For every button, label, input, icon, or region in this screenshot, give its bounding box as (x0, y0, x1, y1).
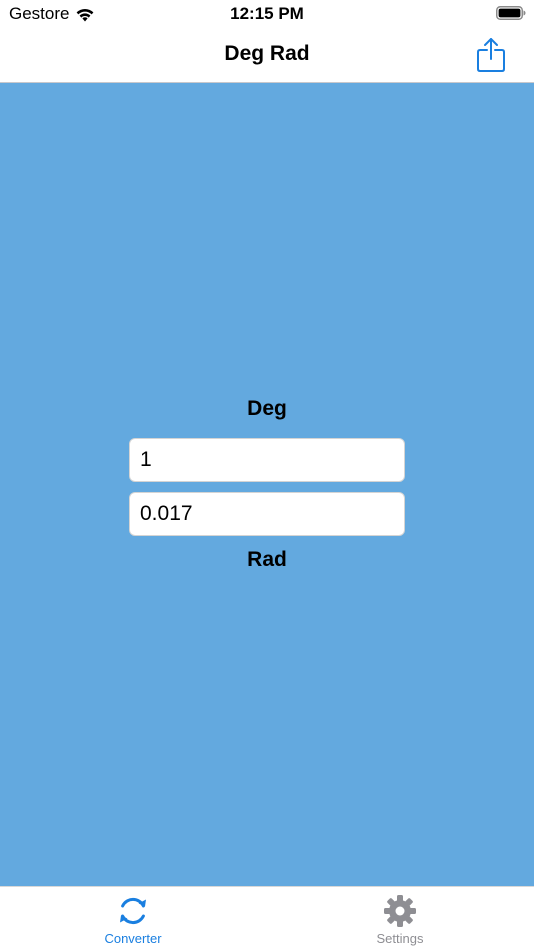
tab-label-settings: Settings (376, 931, 424, 946)
battery-icon (496, 6, 526, 20)
status-time: 12:15 PM (230, 4, 304, 23)
refresh-icon (120, 897, 146, 925)
share-icon[interactable] (476, 37, 506, 73)
deg-input[interactable] (129, 438, 405, 482)
gear-icon (384, 895, 416, 927)
status-bar: Gestore 12:15 PM (0, 0, 534, 28)
deg-label: Deg (247, 397, 287, 420)
rad-label: Rad (247, 548, 287, 571)
tab-settings[interactable]: Settings (320, 893, 480, 951)
rad-input[interactable] (129, 492, 405, 536)
tab-label-converter: Converter (104, 931, 162, 946)
tab-converter[interactable]: Converter (53, 893, 213, 951)
navigation-bar: Deg Rad (0, 28, 534, 83)
converter-panel: Deg Rad (0, 83, 534, 886)
nav-title: Deg Rad (224, 42, 310, 65)
tab-bar: Converter Settings (0, 886, 534, 951)
